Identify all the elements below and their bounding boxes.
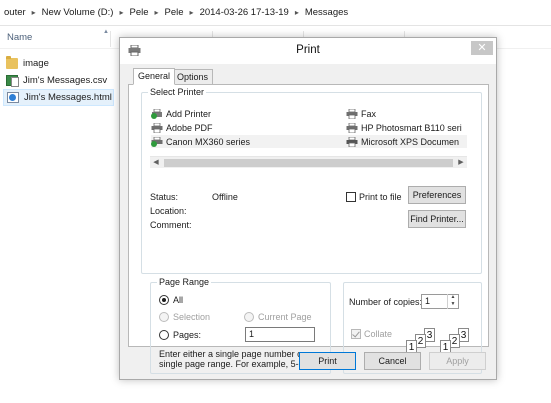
page-range-pages-radio[interactable] <box>159 330 169 340</box>
page-range-selection-label[interactable]: Selection <box>173 312 210 322</box>
csv-file-icon <box>6 75 19 87</box>
collate-label[interactable]: Collate <box>364 329 392 339</box>
scrollbar-thumb[interactable] <box>164 159 453 167</box>
close-icon: ✕ <box>477 42 487 54</box>
printer-icon <box>346 136 358 147</box>
chevron-right-icon[interactable]: ▸ <box>295 8 299 17</box>
dialog-titlebar[interactable]: Print ✕ <box>120 38 496 64</box>
print-dialog: Print ✕ General Options Select Printer A… <box>119 37 497 380</box>
copies-input[interactable]: 1 ▲ ▼ <box>421 294 459 309</box>
printer-name: Adobe PDF <box>166 122 213 133</box>
default-printer-icon <box>151 136 163 147</box>
page-range-all-label[interactable]: All <box>173 295 183 305</box>
apply-button[interactable]: Apply <box>429 352 486 370</box>
html-file-icon <box>7 92 19 103</box>
breadcrumb-item[interactable]: Messages <box>305 7 348 18</box>
printer-name: Canon MX360 series <box>166 136 251 147</box>
printer-name: Fax <box>361 108 377 119</box>
page-range-label: Page Range <box>157 277 212 287</box>
folder-icon <box>6 56 18 69</box>
printer-icon <box>151 122 163 133</box>
find-printer-button[interactable]: Find Printer... <box>408 210 466 228</box>
column-header-name[interactable]: Name <box>7 32 107 43</box>
printer-list-scrollbar[interactable]: ◀ ▶ <box>150 156 467 168</box>
page-range-current-page-label[interactable]: Current Page <box>258 312 312 322</box>
printer-item-hp-photosmart[interactable]: HP Photosmart B110 seri <box>346 121 467 134</box>
printer-name: Microsoft XPS Documen <box>361 136 460 147</box>
comment-label: Comment: <box>150 220 192 230</box>
printer-name: Add Printer <box>166 108 212 119</box>
collate-checkbox[interactable] <box>351 329 361 339</box>
chevron-right-icon[interactable]: ▸ <box>119 8 123 17</box>
printer-item-fax[interactable]: Fax <box>346 107 467 120</box>
file-name: Jim's Messages.csv <box>23 75 108 86</box>
tab-general[interactable]: General <box>133 68 176 85</box>
breadcrumb-item[interactable]: outer <box>4 7 26 18</box>
print-to-file-checkbox[interactable] <box>346 192 356 202</box>
select-printer-label: Select Printer <box>148 87 207 97</box>
page-range-selection-radio[interactable] <box>159 312 169 322</box>
number-of-copies-label: Number of copies: <box>349 297 423 307</box>
file-name: image <box>23 58 49 69</box>
printer-list[interactable]: Add Printer Adobe PDF Canon MX360 series… <box>150 106 467 170</box>
cancel-button[interactable]: Cancel <box>364 352 421 370</box>
address-breadcrumb[interactable]: outer ▸ New Volume (D:) ▸ Pele ▸ Pele ▸ … <box>0 0 551 26</box>
close-button[interactable]: ✕ <box>471 41 493 55</box>
copies-spinner[interactable]: ▲ ▼ <box>447 294 458 309</box>
status-label: Status: <box>150 192 179 202</box>
copies-value: 1 <box>425 296 431 306</box>
location-label: Location: <box>150 206 187 216</box>
breadcrumb-item[interactable]: 2014-03-26 17-13-19 <box>200 7 289 18</box>
page-range-all-radio[interactable] <box>159 295 169 305</box>
breadcrumb-item[interactable]: Pele <box>130 7 149 18</box>
breadcrumb-item[interactable]: Pele <box>165 7 184 18</box>
column-divider[interactable] <box>110 31 111 47</box>
printer-name: HP Photosmart B110 seri <box>361 122 462 133</box>
file-list-item[interactable]: image <box>3 55 114 72</box>
preferences-button[interactable]: Preferences <box>408 186 466 204</box>
chevron-right-icon[interactable]: ▸ <box>190 8 194 17</box>
scroll-right-icon[interactable]: ▶ <box>455 157 467 169</box>
printer-item-add-printer[interactable]: Add Printer <box>151 107 301 120</box>
general-tab-panel: Select Printer Add Printer Adobe PDF Can… <box>128 84 489 374</box>
breadcrumb-item[interactable]: New Volume (D:) <box>42 7 114 18</box>
printer-icon <box>346 122 358 133</box>
scroll-left-icon[interactable]: ◀ <box>150 157 162 169</box>
page-range-current-page-radio[interactable] <box>244 312 254 322</box>
chevron-right-icon[interactable]: ▸ <box>32 8 36 17</box>
chevron-right-icon[interactable]: ▸ <box>155 8 159 17</box>
spin-up-icon[interactable]: ▲ <box>448 294 458 301</box>
file-name: Jim's Messages.html <box>24 92 112 103</box>
spin-down-icon[interactable]: ▼ <box>448 301 458 308</box>
add-printer-icon <box>151 108 162 119</box>
printer-item-adobe-pdf[interactable]: Adobe PDF <box>151 121 301 134</box>
printer-item-microsoft-xps[interactable]: Microsoft XPS Documen <box>346 135 467 148</box>
tab-options[interactable]: Options <box>172 69 214 85</box>
dialog-title: Print <box>296 44 320 56</box>
fax-icon <box>346 108 358 119</box>
sort-up-icon: ▲ <box>103 29 109 35</box>
print-button[interactable]: Print <box>299 352 356 370</box>
file-list-item-selected[interactable]: Jim's Messages.html <box>3 89 114 106</box>
file-list-item[interactable]: Jim's Messages.csv <box>3 72 114 89</box>
page-range-pages-label[interactable]: Pages: <box>173 330 201 340</box>
pages-input[interactable]: 1 <box>245 327 315 342</box>
print-to-file-label[interactable]: Print to file <box>359 192 402 202</box>
select-printer-group: Select Printer Add Printer Adobe PDF Can… <box>141 87 482 274</box>
status-value: Offline <box>212 192 238 202</box>
